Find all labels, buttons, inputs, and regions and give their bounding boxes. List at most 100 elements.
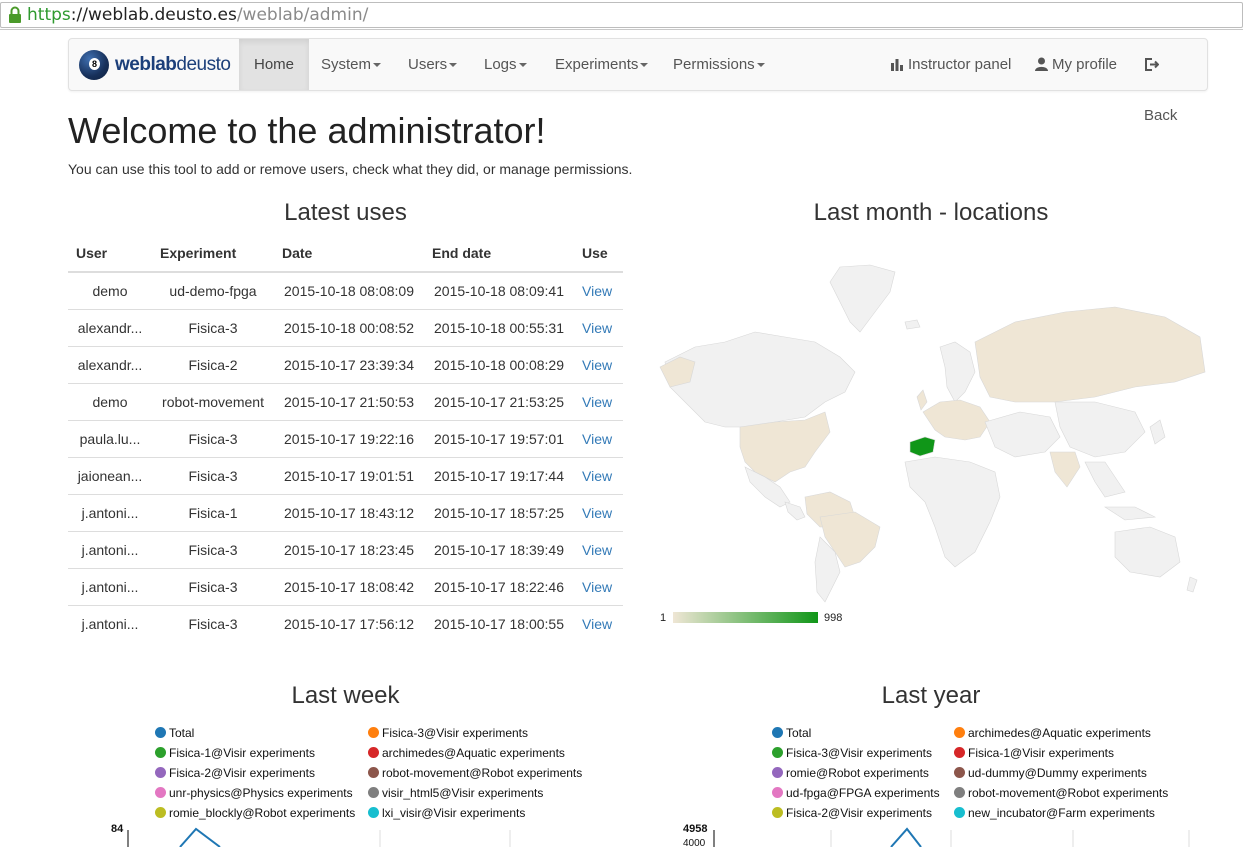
map-region <box>664 331 856 428</box>
map-region <box>974 306 1206 403</box>
cell-user: j.antoni... <box>68 567 152 605</box>
cell-user: paula.lu... <box>68 419 152 457</box>
world-map[interactable] <box>655 262 1210 607</box>
cell-date: 2015-10-17 23:39:34 <box>274 345 424 383</box>
legend-swatch-icon <box>772 747 783 758</box>
map-region <box>784 501 806 521</box>
legend-item[interactable]: unr-physics@Physics experiments <box>155 786 353 800</box>
cell-date: 2015-10-17 19:01:51 <box>274 456 424 494</box>
legend-swatch-icon <box>954 807 965 818</box>
cell-date: 2015-10-17 17:56:12 <box>274 604 424 642</box>
bar-chart-icon <box>891 59 903 71</box>
legend-label: unr-physics@Physics experiments <box>169 786 353 800</box>
nav-instructor-panel[interactable]: Instructor panel <box>876 39 1026 90</box>
view-link[interactable]: View <box>574 567 623 605</box>
caret-down-icon <box>518 63 527 68</box>
legend-item[interactable]: Fisica-1@Visir experiments <box>155 746 315 760</box>
column-header: Date <box>274 235 424 273</box>
legend-swatch-icon <box>772 787 783 798</box>
cell-experiment: robot-movement <box>152 382 274 420</box>
column-header: User <box>68 235 152 273</box>
legend-item[interactable]: robot-movement@Robot experiments <box>368 766 582 780</box>
legend-item[interactable]: Fisica-2@Visir experiments <box>772 806 932 820</box>
legend-swatch-icon <box>155 787 166 798</box>
legend-item[interactable]: romie@Robot experiments <box>772 766 929 780</box>
map-legend-gradient <box>673 612 818 623</box>
cell-user: j.antoni... <box>68 604 152 642</box>
legend-item[interactable]: ud-fpga@FPGA experiments <box>772 786 940 800</box>
legend-swatch-icon <box>155 767 166 778</box>
view-link[interactable]: View <box>574 456 623 494</box>
cell-end-date: 2015-10-17 18:39:49 <box>424 530 574 568</box>
legend-item[interactable]: ud-dummy@Dummy experiments <box>954 766 1147 780</box>
cell-end-date: 2015-10-18 00:55:31 <box>424 308 574 346</box>
legend-item[interactable]: Fisica-2@Visir experiments <box>155 766 315 780</box>
cell-date: 2015-10-17 18:23:45 <box>274 530 424 568</box>
legend-item[interactable]: robot-movement@Robot experiments <box>954 786 1168 800</box>
nav-experiments-dropdown[interactable]: Experiments <box>540 39 663 90</box>
map-region <box>984 411 1061 458</box>
legend-label: visir_html5@Visir experiments <box>382 786 544 800</box>
map-region <box>904 456 1001 568</box>
legend-item[interactable]: Total <box>155 726 194 740</box>
browser-url-bar[interactable]: https://weblab.deusto.es/weblab/admin/ <box>0 0 1243 30</box>
view-link[interactable]: View <box>574 382 623 420</box>
table-row: j.antoni... Fisica-3 2015-10-17 18:23:45 20… <box>68 530 623 568</box>
map-region <box>1149 419 1166 445</box>
table-row: j.antoni... Fisica-3 2015-10-17 17:56:12 20… <box>68 604 623 642</box>
cell-end-date: 2015-10-17 19:57:01 <box>424 419 574 457</box>
legend-swatch-icon <box>368 807 379 818</box>
view-link[interactable]: View <box>574 419 623 457</box>
cell-end-date: 2015-10-18 00:08:29 <box>424 345 574 383</box>
eight-ball-icon <box>79 50 109 80</box>
cell-user: demo <box>92 282 128 299</box>
cell-user: alexandr... <box>68 345 152 383</box>
nav-home[interactable]: Home <box>239 39 310 90</box>
legend-item[interactable]: lxi_visir@Visir experiments <box>368 806 525 820</box>
legend-swatch-icon <box>368 747 379 758</box>
legend-label: Fisica-1@Visir experiments <box>169 746 315 760</box>
brand-logo[interactable]: weblabdeusto <box>79 47 231 83</box>
nav-system-dropdown[interactable]: System <box>306 39 396 90</box>
legend-item[interactable]: Fisica-1@Visir experiments <box>954 746 1114 760</box>
nav-my-profile[interactable]: My profile <box>1020 39 1132 90</box>
legend-label: robot-movement@Robot experiments <box>382 766 583 780</box>
view-link[interactable]: View <box>574 604 623 642</box>
legend-label: Fisica-2@Visir experiments <box>169 766 315 780</box>
nav-logs-dropdown[interactable]: Logs <box>469 39 542 90</box>
view-link[interactable]: View <box>574 272 623 309</box>
legend-item[interactable]: archimedes@Aquatic experiments <box>368 746 565 760</box>
back-icon <box>1145 58 1159 71</box>
map-region <box>1084 461 1126 498</box>
nav-users-dropdown[interactable]: Users <box>393 39 472 90</box>
legend-item[interactable]: Fisica-3@Visir experiments <box>368 726 528 740</box>
legend-item[interactable]: new_incubator@Farm experiments <box>954 806 1155 820</box>
legend-item[interactable]: archimedes@Aquatic experiments <box>954 726 1151 740</box>
view-link[interactable]: View <box>574 530 623 568</box>
view-link[interactable]: View <box>574 493 623 531</box>
legend-swatch-icon <box>954 787 965 798</box>
column-header: End date <box>424 235 574 273</box>
cell-date: 2015-10-18 00:08:52 <box>274 308 424 346</box>
map-region <box>922 399 991 441</box>
legend-swatch-icon <box>954 727 965 738</box>
nav-back[interactable]: Back <box>1129 39 1207 124</box>
cell-end-date: 2015-10-18 08:09:41 <box>434 282 564 299</box>
legend-label: new_incubator@Farm experiments <box>968 806 1155 820</box>
view-link[interactable]: View <box>574 308 623 346</box>
last-year-title: Last year <box>881 682 981 709</box>
view-link[interactable]: View <box>574 345 623 383</box>
legend-item[interactable]: romie_blockly@Robot experiments <box>155 806 355 820</box>
legend-item[interactable]: visir_html5@Visir experiments <box>368 786 543 800</box>
legend-swatch-icon <box>772 767 783 778</box>
cell-date: 2015-10-17 19:22:16 <box>274 419 424 457</box>
cell-date: 2015-10-17 18:08:42 <box>274 567 424 605</box>
nav-permissions-dropdown[interactable]: Permissions <box>658 39 780 90</box>
legend-item[interactable]: Total <box>772 726 811 740</box>
series-total-line <box>179 827 221 847</box>
legend-item[interactable]: Fisica-3@Visir experiments <box>772 746 932 760</box>
table-row: paula.lu... Fisica-3 2015-10-17 19:22:16 20… <box>68 419 623 457</box>
cell-experiment: Fisica-3 <box>152 530 274 568</box>
map-region <box>829 264 896 333</box>
legend-label: Total <box>786 726 812 740</box>
